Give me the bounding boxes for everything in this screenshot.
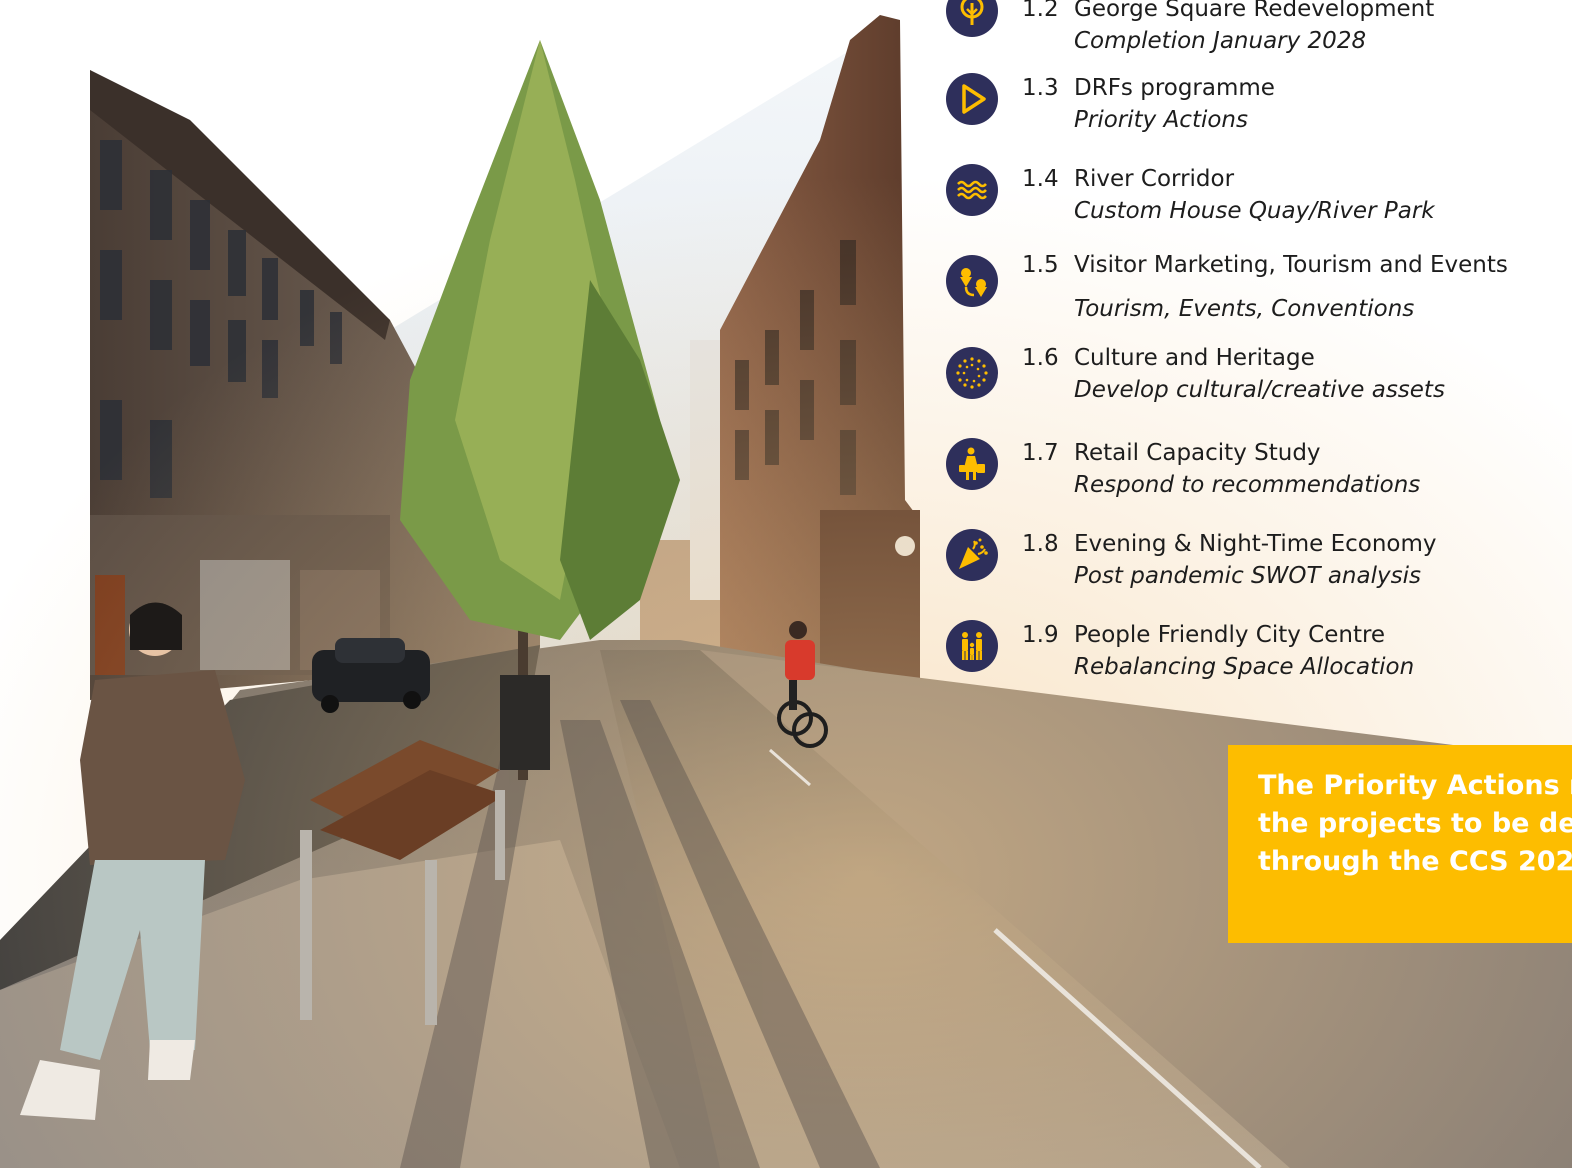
- action-1-5: 1.5 Visitor Marketing, Tourism and Event…: [944, 249, 1564, 322]
- action-number: 1.9: [1022, 622, 1059, 648]
- action-1-7: 1.7 Retail Capacity Study Respond to rec…: [944, 437, 1564, 498]
- action-number: 1.3: [1022, 75, 1059, 101]
- action-subtitle: Tourism, Events, Conventions: [1074, 296, 1415, 322]
- action-number: 1.8: [1022, 531, 1059, 557]
- action-title: Visitor Marketing, Tourism and Events: [1074, 252, 1508, 278]
- action-subtitle: Respond to recommendations: [1074, 472, 1421, 498]
- action-subtitle: Custom House Quay/River Park: [1074, 198, 1435, 224]
- action-title: Retail Capacity Study: [1074, 440, 1321, 466]
- action-title: George Square Redevelopment: [1074, 0, 1435, 22]
- priority-actions-callout: The Priority Actions map out the project…: [1228, 745, 1572, 943]
- action-1-9: 1.9 People Friendly City Centre Rebalanc…: [944, 619, 1564, 680]
- sunburst-icon: [946, 347, 998, 399]
- action-title: Culture and Heritage: [1074, 345, 1315, 371]
- shopper-icon: [946, 438, 998, 490]
- party-popper-icon: [946, 529, 998, 581]
- action-number: 1.5: [1022, 252, 1059, 278]
- action-1-3: 1.3 DRFs programme Priority Actions: [944, 72, 1564, 133]
- people-icon: [946, 620, 998, 672]
- action-1-6: 1.6 Culture and Heritage Develop cultura…: [944, 342, 1564, 403]
- priority-actions-list: 1.2 George Square Redevelopment Completi…: [944, 0, 1564, 700]
- action-number: 1.7: [1022, 440, 1059, 466]
- action-title: Evening & Night-Time Economy: [1074, 531, 1437, 557]
- action-title: DRFs programme: [1074, 75, 1275, 101]
- action-subtitle: Priority Actions: [1074, 107, 1248, 133]
- callout-text: The Priority Actions map out the project…: [1258, 770, 1572, 877]
- action-subtitle: Rebalancing Space Allocation: [1074, 654, 1415, 680]
- action-number: 1.2: [1022, 0, 1059, 22]
- play-icon: [946, 73, 998, 125]
- action-1-4: 1.4 River Corridor Custom House Quay/Riv…: [944, 163, 1564, 224]
- action-number: 1.6: [1022, 345, 1059, 371]
- action-title: People Friendly City Centre: [1074, 622, 1386, 648]
- action-number: 1.4: [1022, 166, 1059, 192]
- action-subtitle: Post pandemic SWOT analysis: [1074, 563, 1421, 589]
- action-subtitle: Develop cultural/creative assets: [1074, 377, 1445, 403]
- action-1-2: 1.2 George Square Redevelopment Completi…: [944, 0, 1564, 54]
- map-pin-icon: [946, 255, 998, 307]
- waves-icon: [946, 164, 998, 216]
- action-subtitle: Completion January 2028: [1074, 28, 1367, 54]
- tree-icon: [946, 0, 998, 37]
- action-title: River Corridor: [1074, 166, 1235, 192]
- action-1-8: 1.8 Evening & Night-Time Economy Post pa…: [944, 528, 1564, 589]
